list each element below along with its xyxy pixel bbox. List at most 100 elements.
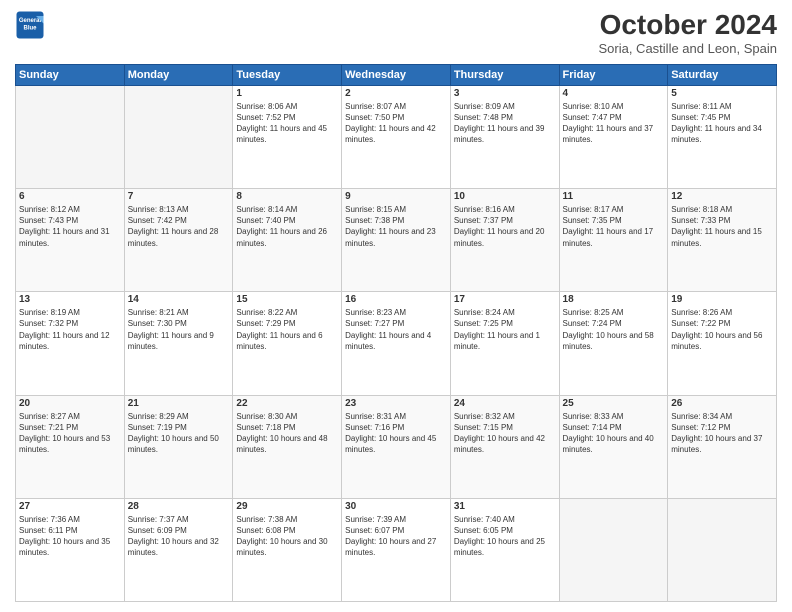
calendar-cell: 11 Sunrise: 8:17 AMSunset: 7:35 PMDayligh… xyxy=(559,189,668,292)
calendar-cell: 9Sunrise: 8:15 AMSunset: 7:38 PMDaylight… xyxy=(342,189,451,292)
day-info: Sunrise: 8:16 AMSunset: 7:37 PMDaylight:… xyxy=(454,204,556,249)
day-info: Sunrise: 8:06 AMSunset: 7:52 PMDaylight:… xyxy=(236,101,338,146)
calendar-cell: 29 Sunrise: 7:38 AMSunset: 6:08 PMDayligh… xyxy=(233,498,342,601)
calendar-cell: 10Sunrise: 8:16 AMSunset: 7:37 PMDayligh… xyxy=(450,189,559,292)
day-info: Sunrise: 7:39 AMSunset: 6:07 PMDaylight:… xyxy=(345,514,447,559)
day-number: 16 xyxy=(345,294,447,305)
day-number: 5 xyxy=(671,88,773,99)
day-info: Sunrise: 7:40 AMSunset: 6:05 PMDaylight:… xyxy=(454,514,556,559)
svg-text:General: General xyxy=(19,18,42,24)
logo: General Blue xyxy=(15,10,45,40)
calendar-table: SundayMondayTuesdayWednesdayThursdayFrid… xyxy=(15,64,777,602)
calendar-cell: 31 Sunrise: 7:40 AMSunset: 6:05 PMDayligh… xyxy=(450,498,559,601)
day-header: Thursday xyxy=(450,64,559,85)
day-info: Sunrise: 8:15 AMSunset: 7:38 PMDaylight:… xyxy=(345,204,447,249)
day-info: Sunrise: 8:07 AMSunset: 7:50 PMDaylight:… xyxy=(345,101,447,146)
day-info: Sunrise: 7:38 AMSunset: 6:08 PMDaylight:… xyxy=(236,514,338,559)
day-number: 23 xyxy=(345,398,447,409)
calendar-cell: 12 Sunrise: 8:18 AMSunset: 7:33 PMDayligh… xyxy=(668,189,777,292)
day-number: 2 xyxy=(345,88,447,99)
day-number: 20 xyxy=(19,398,121,409)
calendar-cell: 19Sunrise: 8:26 AMSunset: 7:22 PMDayligh… xyxy=(668,292,777,395)
calendar-week-row: 6Sunrise: 8:12 AMSunset: 7:43 PMDaylight… xyxy=(16,189,777,292)
day-number: 25 xyxy=(563,398,665,409)
day-header: Monday xyxy=(124,64,233,85)
calendar-cell: 20 Sunrise: 8:27 AMSunset: 7:21 PMDayligh… xyxy=(16,395,125,498)
calendar-cell xyxy=(559,498,668,601)
calendar-cell: 24Sunrise: 8:32 AMSunset: 7:15 PMDayligh… xyxy=(450,395,559,498)
calendar-body: 1 Sunrise: 8:06 AMSunset: 7:52 PMDaylight… xyxy=(16,85,777,601)
day-info: Sunrise: 8:31 AMSunset: 7:16 PMDaylight:… xyxy=(345,411,447,456)
day-info: Sunrise: 8:18 AMSunset: 7:33 PMDaylight:… xyxy=(671,204,773,249)
calendar-cell xyxy=(16,85,125,188)
day-info: Sunrise: 8:11 AMSunset: 7:45 PMDaylight:… xyxy=(671,101,773,146)
day-info: Sunrise: 8:26 AMSunset: 7:22 PMDaylight:… xyxy=(671,307,773,352)
page: General Blue October 2024 Soria, Castill… xyxy=(0,0,792,612)
calendar-cell: 21 Sunrise: 8:29 AMSunset: 7:19 PMDayligh… xyxy=(124,395,233,498)
day-info: Sunrise: 8:29 AMSunset: 7:19 PMDaylight:… xyxy=(128,411,230,456)
calendar-cell: 4Sunrise: 8:10 AMSunset: 7:47 PMDaylight… xyxy=(559,85,668,188)
day-info: Sunrise: 8:27 AMSunset: 7:21 PMDaylight:… xyxy=(19,411,121,456)
calendar-cell: 27 Sunrise: 7:36 AMSunset: 6:11 PMDayligh… xyxy=(16,498,125,601)
day-number: 14 xyxy=(128,294,230,305)
day-number: 24 xyxy=(454,398,556,409)
svg-text:Blue: Blue xyxy=(23,26,37,32)
day-number: 6 xyxy=(19,191,121,202)
day-info: Sunrise: 8:24 AMSunset: 7:25 PMDaylight:… xyxy=(454,307,556,352)
calendar-cell: 2 Sunrise: 8:07 AMSunset: 7:50 PMDaylight… xyxy=(342,85,451,188)
day-number: 11 xyxy=(563,191,665,202)
day-info: Sunrise: 8:09 AMSunset: 7:48 PMDaylight:… xyxy=(454,101,556,146)
calendar-cell: 13 Sunrise: 8:19 AMSunset: 7:32 PMDayligh… xyxy=(16,292,125,395)
day-number: 18 xyxy=(563,294,665,305)
day-info: Sunrise: 8:13 AMSunset: 7:42 PMDaylight:… xyxy=(128,204,230,249)
day-info: Sunrise: 8:30 AMSunset: 7:18 PMDaylight:… xyxy=(236,411,338,456)
day-number: 12 xyxy=(671,191,773,202)
day-number: 28 xyxy=(128,501,230,512)
day-info: Sunrise: 8:17 AMSunset: 7:35 PMDaylight:… xyxy=(563,204,665,249)
day-number: 27 xyxy=(19,501,121,512)
day-number: 21 xyxy=(128,398,230,409)
day-info: Sunrise: 8:10 AMSunset: 7:47 PMDaylight:… xyxy=(563,101,665,146)
day-info: Sunrise: 8:34 AMSunset: 7:12 PMDaylight:… xyxy=(671,411,773,456)
day-info: Sunrise: 7:37 AMSunset: 6:09 PMDaylight:… xyxy=(128,514,230,559)
day-info: Sunrise: 7:36 AMSunset: 6:11 PMDaylight:… xyxy=(19,514,121,559)
calendar-cell: 6Sunrise: 8:12 AMSunset: 7:43 PMDaylight… xyxy=(16,189,125,292)
calendar-cell: 3Sunrise: 8:09 AMSunset: 7:48 PMDaylight… xyxy=(450,85,559,188)
day-number: 31 xyxy=(454,501,556,512)
day-number: 15 xyxy=(236,294,338,305)
day-info: Sunrise: 8:21 AMSunset: 7:30 PMDaylight:… xyxy=(128,307,230,352)
day-number: 29 xyxy=(236,501,338,512)
calendar-cell: 28 Sunrise: 7:37 AMSunset: 6:09 PMDayligh… xyxy=(124,498,233,601)
day-number: 13 xyxy=(19,294,121,305)
header: General Blue October 2024 Soria, Castill… xyxy=(15,10,777,56)
day-number: 8 xyxy=(236,191,338,202)
day-info: Sunrise: 8:25 AMSunset: 7:24 PMDaylight:… xyxy=(563,307,665,352)
day-info: Sunrise: 8:33 AMSunset: 7:14 PMDaylight:… xyxy=(563,411,665,456)
calendar-cell: 14 Sunrise: 8:21 AMSunset: 7:30 PMDayligh… xyxy=(124,292,233,395)
day-header: Friday xyxy=(559,64,668,85)
day-header: Wednesday xyxy=(342,64,451,85)
calendar-cell: 23 Sunrise: 8:31 AMSunset: 7:16 PMDayligh… xyxy=(342,395,451,498)
calendar-cell xyxy=(124,85,233,188)
calendar-cell: 18 Sunrise: 8:25 AMSunset: 7:24 PMDayligh… xyxy=(559,292,668,395)
calendar-cell: 5 Sunrise: 8:11 AMSunset: 7:45 PMDaylight… xyxy=(668,85,777,188)
calendar-cell: 17 Sunrise: 8:24 AMSunset: 7:25 PMDayligh… xyxy=(450,292,559,395)
day-info: Sunrise: 8:23 AMSunset: 7:27 PMDaylight:… xyxy=(345,307,447,352)
calendar-cell: 25 Sunrise: 8:33 AMSunset: 7:14 PMDayligh… xyxy=(559,395,668,498)
day-header: Sunday xyxy=(16,64,125,85)
calendar-cell: 22Sunrise: 8:30 AMSunset: 7:18 PMDayligh… xyxy=(233,395,342,498)
day-number: 1 xyxy=(236,88,338,99)
day-header: Saturday xyxy=(668,64,777,85)
calendar-cell: 26 Sunrise: 8:34 AMSunset: 7:12 PMDayligh… xyxy=(668,395,777,498)
subtitle: Soria, Castille and Leon, Spain xyxy=(598,41,777,56)
day-info: Sunrise: 8:19 AMSunset: 7:32 PMDaylight:… xyxy=(19,307,121,352)
calendar-cell: 16 Sunrise: 8:23 AMSunset: 7:27 PMDayligh… xyxy=(342,292,451,395)
day-header: Tuesday xyxy=(233,64,342,85)
day-info: Sunrise: 8:14 AMSunset: 7:40 PMDaylight:… xyxy=(236,204,338,249)
calendar-week-row: 20 Sunrise: 8:27 AMSunset: 7:21 PMDayligh… xyxy=(16,395,777,498)
calendar-cell xyxy=(668,498,777,601)
day-number: 7 xyxy=(128,191,230,202)
day-number: 26 xyxy=(671,398,773,409)
day-number: 17 xyxy=(454,294,556,305)
calendar-cell: 1 Sunrise: 8:06 AMSunset: 7:52 PMDaylight… xyxy=(233,85,342,188)
